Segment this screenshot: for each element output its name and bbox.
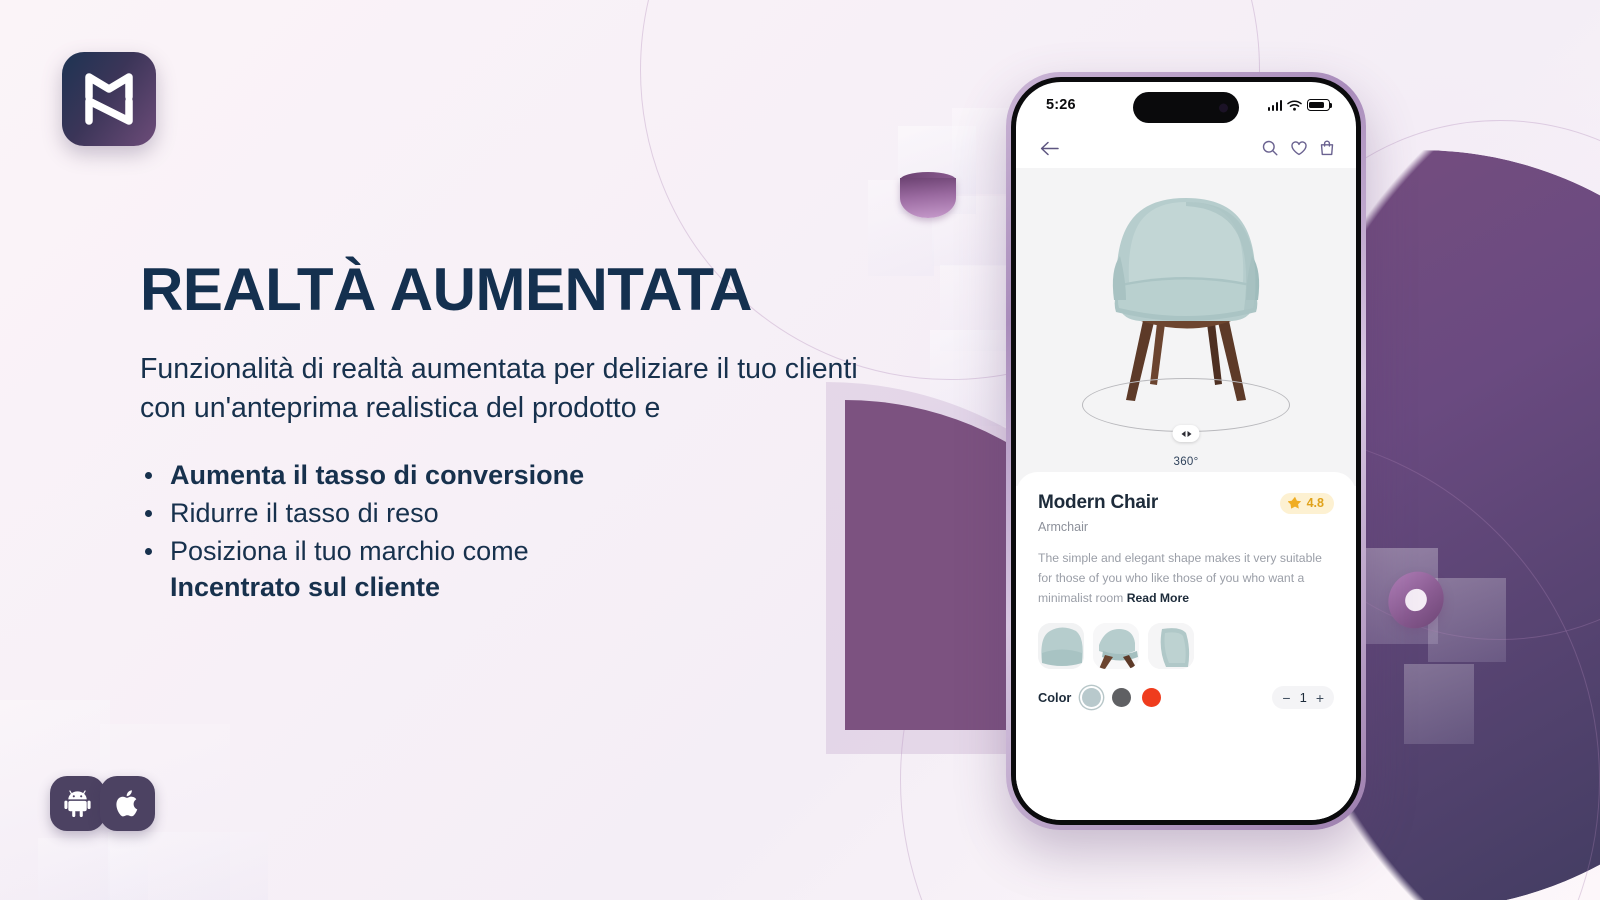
quantity-decrement-button[interactable]: − xyxy=(1282,691,1290,705)
purple-hemisphere-shape xyxy=(900,178,956,218)
list-item-label: Posiziona il tuo marchio come xyxy=(170,536,529,566)
list-item-label: Ridurre il tasso di reso xyxy=(170,498,439,528)
apple-badge[interactable] xyxy=(100,776,155,831)
product-description: The simple and elegant shape makes it ve… xyxy=(1038,548,1334,608)
phone-mockup: 5:26 360° Modern Chair 4.8 Armchair The … xyxy=(1006,72,1366,830)
deco-square xyxy=(1366,548,1438,644)
deco-square xyxy=(898,126,976,214)
purple-hemisphere-top xyxy=(900,172,956,188)
quantity-increment-button[interactable]: + xyxy=(1316,691,1324,705)
list-item-label: Aumenta il tasso di conversione xyxy=(170,460,585,490)
phone-screen: 5:26 360° Modern Chair 4.8 Armchair The … xyxy=(1016,82,1356,820)
color-swatch-sage[interactable] xyxy=(1082,688,1102,707)
product-options: Color − 1 + xyxy=(1038,686,1334,709)
color-swatch-red[interactable] xyxy=(1142,688,1162,707)
quantity-value: 1 xyxy=(1299,690,1307,705)
list-item: Aumenta il tasso di conversione xyxy=(140,457,760,493)
product-category: Armchair xyxy=(1038,520,1089,534)
app-nav-bar xyxy=(1016,128,1356,168)
slide-canvas: REALTÀ AUMENTATA Funzionalità di realtà … xyxy=(0,0,1600,900)
deco-square xyxy=(1404,664,1474,744)
list-item: Posiziona il tuo marchio come Incentrato… xyxy=(140,533,760,605)
status-indicators xyxy=(1267,99,1333,111)
ar-rotate-label: 360° xyxy=(1173,456,1199,468)
ar-rotate-ring xyxy=(1082,378,1290,432)
apple-icon xyxy=(115,790,137,817)
deco-square xyxy=(108,832,268,900)
thumbnail-back-rest[interactable] xyxy=(1148,623,1194,669)
read-more-link[interactable]: Read More xyxy=(1127,591,1189,605)
ar-product-viewer[interactable]: 360° xyxy=(1016,168,1356,486)
android-icon xyxy=(64,790,91,817)
wifi-icon xyxy=(1287,99,1302,111)
status-clock: 5:26 xyxy=(1046,97,1076,113)
search-icon[interactable] xyxy=(1262,140,1278,156)
product-title-row: Modern Chair 4.8 xyxy=(1038,492,1334,514)
list-item-label-emphasis: Incentrato sul cliente xyxy=(170,572,441,602)
store-badges xyxy=(50,776,155,831)
android-badge[interactable] xyxy=(50,776,105,831)
thumbnail-side-legs[interactable] xyxy=(1093,623,1139,669)
color-selector: Color xyxy=(1038,688,1162,707)
product-thumbnails xyxy=(1038,623,1334,669)
rotate-handle-icon[interactable] xyxy=(1172,425,1200,442)
dynamic-island xyxy=(1133,92,1239,123)
deco-square xyxy=(932,196,1006,266)
purple-torus-shape xyxy=(1384,566,1448,634)
rating-badge: 4.8 xyxy=(1279,492,1334,514)
color-label: Color xyxy=(1038,690,1072,705)
heart-icon[interactable] xyxy=(1291,140,1307,156)
back-arrow-icon[interactable] xyxy=(1040,141,1059,156)
product-detail-sheet: Modern Chair 4.8 Armchair The simple and… xyxy=(1016,472,1356,820)
deco-square xyxy=(1428,578,1506,662)
deco-square xyxy=(38,838,148,900)
product-title: Modern Chair xyxy=(1038,492,1159,513)
rating-value: 4.8 xyxy=(1306,496,1324,510)
page-subtitle: Funzionalità di realtà aumentata per del… xyxy=(140,353,858,424)
mn-monogram-icon xyxy=(85,73,133,125)
phone-bezel: 5:26 360° Modern Chair 4.8 Armchair The … xyxy=(1011,77,1361,825)
color-swatch-charcoal[interactable] xyxy=(1112,688,1132,707)
app-nav-actions xyxy=(1262,140,1334,156)
list-item: Ridurre il tasso di reso xyxy=(140,495,760,531)
status-bar: 5:26 xyxy=(1016,82,1356,128)
page-title: REALTÀ AUMENTATA xyxy=(140,256,752,323)
benefit-list: Aumenta il tasso di conversione Ridurre … xyxy=(140,457,760,607)
brand-logo[interactable] xyxy=(62,52,156,146)
thumbnail-seat-front[interactable] xyxy=(1038,623,1084,669)
quantity-stepper: − 1 + xyxy=(1272,686,1334,709)
battery-icon xyxy=(1307,99,1333,111)
deco-square xyxy=(868,180,934,276)
star-icon xyxy=(1287,496,1301,509)
shopping-bag-icon[interactable] xyxy=(1320,140,1334,156)
deco-square xyxy=(940,265,1006,351)
cellular-signal-icon xyxy=(1267,99,1282,111)
